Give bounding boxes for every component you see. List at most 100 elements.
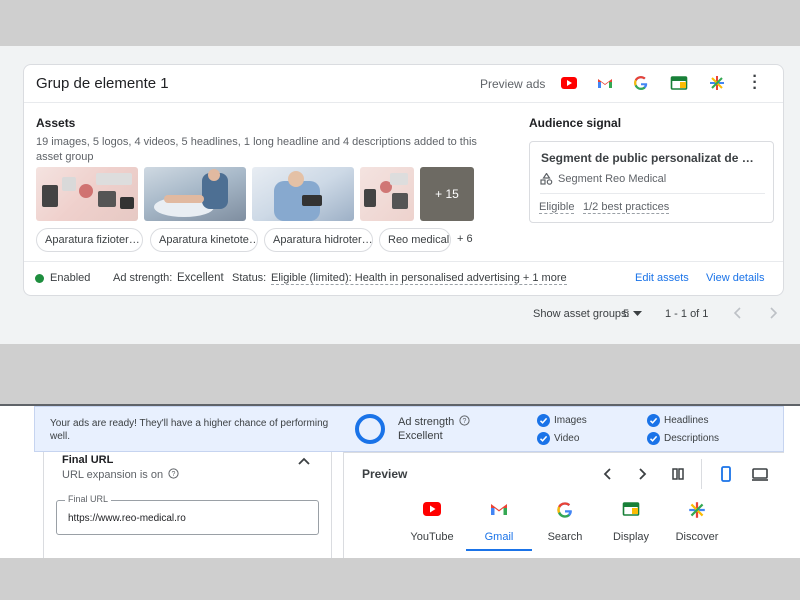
asset-group-card: Grup de elemente 1 Preview ads · · · Ass… bbox=[23, 64, 784, 296]
final-url-panel: Final URL URL expansion is on ? Final UR… bbox=[43, 452, 332, 558]
gmail-icon bbox=[491, 504, 507, 515]
active-tab-indicator bbox=[466, 549, 532, 551]
chevron-right-icon[interactable] bbox=[633, 465, 651, 483]
ad-editor-section: Your ads are ready! They'll have a highe… bbox=[0, 404, 800, 558]
segment-subtitle: Segment Reo Medical bbox=[558, 173, 667, 185]
url-expansion-status: URL expansion is on ? bbox=[62, 468, 179, 481]
final-url-heading: Final URL bbox=[62, 454, 114, 466]
asset-group-title: Grup de elemente 1 bbox=[36, 75, 169, 92]
asset-thumbnail[interactable] bbox=[36, 167, 138, 221]
help-icon[interactable]: ? bbox=[459, 415, 470, 426]
top-gray-band bbox=[0, 0, 800, 46]
check-headlines-label: Headlines bbox=[664, 415, 709, 426]
card-footer: Enabled Ad strength: Excellent Status: E… bbox=[24, 261, 783, 297]
check-circle-icon bbox=[647, 432, 660, 445]
segment-title: Segment de public personalizat de … bbox=[541, 151, 754, 165]
split-view-icon[interactable] bbox=[669, 465, 687, 483]
tab-youtube[interactable]: YouTube bbox=[399, 501, 465, 555]
desktop-device-icon[interactable] bbox=[751, 465, 769, 483]
final-url-field[interactable]: Final URL bbox=[56, 494, 319, 535]
url-expansion-text: URL expansion is on bbox=[62, 469, 164, 481]
more-images-overlay[interactable]: + 15 bbox=[420, 167, 474, 221]
chevron-left-icon[interactable] bbox=[732, 306, 744, 320]
dropdown-arrow-icon[interactable] bbox=[633, 311, 642, 317]
asset-chip[interactable]: Reo medical bbox=[379, 228, 451, 252]
asset-thumbnail[interactable] bbox=[144, 167, 246, 221]
tab-display[interactable]: Display bbox=[598, 501, 664, 555]
check-images-label: Images bbox=[554, 415, 587, 426]
final-url-input[interactable] bbox=[68, 513, 308, 524]
tab-discover-label: Discover bbox=[675, 531, 719, 543]
more-chips-label[interactable]: + 6 bbox=[457, 233, 473, 245]
show-asset-groups-select[interactable]: 5 bbox=[623, 308, 629, 320]
audience-heading: Audience signal bbox=[529, 116, 622, 130]
preview-heading: Preview bbox=[362, 467, 408, 481]
status-label: Status: bbox=[232, 272, 267, 284]
enabled-status[interactable]: Enabled bbox=[50, 272, 90, 284]
tab-gmail-label: Gmail bbox=[484, 531, 514, 543]
google-icon bbox=[557, 502, 572, 518]
check-circle-icon bbox=[537, 414, 550, 427]
final-url-field-label: Final URL bbox=[65, 494, 112, 504]
toolbar-divider bbox=[701, 459, 702, 489]
edit-assets-link[interactable]: Edit assets bbox=[635, 272, 689, 284]
tab-search[interactable]: Search bbox=[532, 501, 598, 555]
enabled-status-dot bbox=[35, 274, 44, 283]
chevron-right-icon[interactable] bbox=[767, 306, 779, 320]
card-header: Grup de elemente 1 Preview ads · · · bbox=[24, 65, 783, 103]
divider bbox=[540, 193, 765, 194]
banner-ad-strength-value: Excellent bbox=[398, 430, 443, 442]
chevron-left-icon[interactable] bbox=[599, 465, 617, 483]
preview-ads-label: Preview ads bbox=[480, 77, 546, 91]
display-icon bbox=[622, 502, 640, 516]
tab-gmail[interactable]: Gmail bbox=[466, 501, 532, 555]
check-circle-icon bbox=[537, 432, 550, 445]
asset-thumbnail[interactable] bbox=[360, 167, 414, 221]
bottom-gray-band bbox=[0, 558, 800, 600]
assets-description: 19 images, 5 logos, 4 videos, 5 headline… bbox=[36, 136, 477, 163]
tab-youtube-label: YouTube bbox=[410, 531, 454, 543]
display-icon[interactable] bbox=[670, 75, 688, 91]
check-circle-icon bbox=[647, 414, 660, 427]
help-icon[interactable]: ? bbox=[168, 468, 179, 479]
eligible-status[interactable]: Eligible bbox=[539, 201, 575, 214]
ad-strength-ring bbox=[355, 414, 385, 444]
show-asset-groups-label: Show asset groups: bbox=[533, 308, 630, 320]
page-range: 1 - 1 of 1 bbox=[665, 308, 709, 320]
gmail-icon[interactable] bbox=[596, 75, 614, 91]
asset-chip[interactable]: Aparatura hidroter… bbox=[264, 228, 373, 252]
tab-search-label: Search bbox=[547, 531, 583, 543]
svg-text:?: ? bbox=[172, 471, 176, 478]
status-value[interactable]: Eligible (limited): Health in personalis… bbox=[271, 272, 567, 285]
asset-chip[interactable]: Aparatura fizioter… bbox=[36, 228, 143, 252]
asset-chip[interactable]: Aparatura kinetote… bbox=[150, 228, 258, 252]
tab-display-label: Display bbox=[612, 531, 650, 543]
mobile-device-icon[interactable] bbox=[717, 465, 735, 483]
banner-message: Your ads are ready! They'll have a highe… bbox=[50, 418, 329, 442]
view-details-link[interactable]: View details bbox=[706, 272, 765, 284]
svg-text:?: ? bbox=[463, 418, 467, 425]
ad-strength-label: Ad strength: bbox=[113, 272, 173, 284]
youtube-icon bbox=[423, 502, 441, 516]
audience-signal-box[interactable]: Segment de public personalizat de … Segm… bbox=[529, 141, 774, 223]
preview-panel: Preview YouTube Gmail Search Display Dis… bbox=[343, 452, 784, 558]
discover-icon bbox=[689, 502, 705, 518]
check-descriptions-label: Descriptions bbox=[664, 433, 720, 444]
middle-gray-band bbox=[0, 344, 800, 404]
best-practices-link[interactable]: 1/2 best practices bbox=[583, 201, 670, 214]
banner-ad-strength-label: Ad strength ? bbox=[398, 415, 470, 428]
youtube-icon[interactable] bbox=[560, 75, 578, 91]
asset-group-section: Grup de elemente 1 Preview ads · · · Ass… bbox=[0, 46, 800, 344]
google-icon[interactable] bbox=[632, 75, 650, 91]
banner-ad-strength-text: Ad strength bbox=[398, 416, 455, 428]
chevron-up-icon[interactable] bbox=[297, 454, 311, 468]
check-video-label: Video bbox=[554, 433, 580, 444]
ad-strength-banner: Your ads are ready! They'll have a highe… bbox=[34, 406, 784, 452]
segment-icon bbox=[540, 173, 553, 185]
discover-icon[interactable] bbox=[708, 75, 726, 91]
more-options-icon[interactable]: · · · bbox=[752, 69, 758, 97]
asset-thumbnail[interactable] bbox=[252, 167, 354, 221]
tab-discover[interactable]: Discover bbox=[664, 501, 730, 555]
ad-strength-value: Excellent bbox=[177, 272, 224, 284]
assets-heading: Assets bbox=[36, 116, 76, 130]
